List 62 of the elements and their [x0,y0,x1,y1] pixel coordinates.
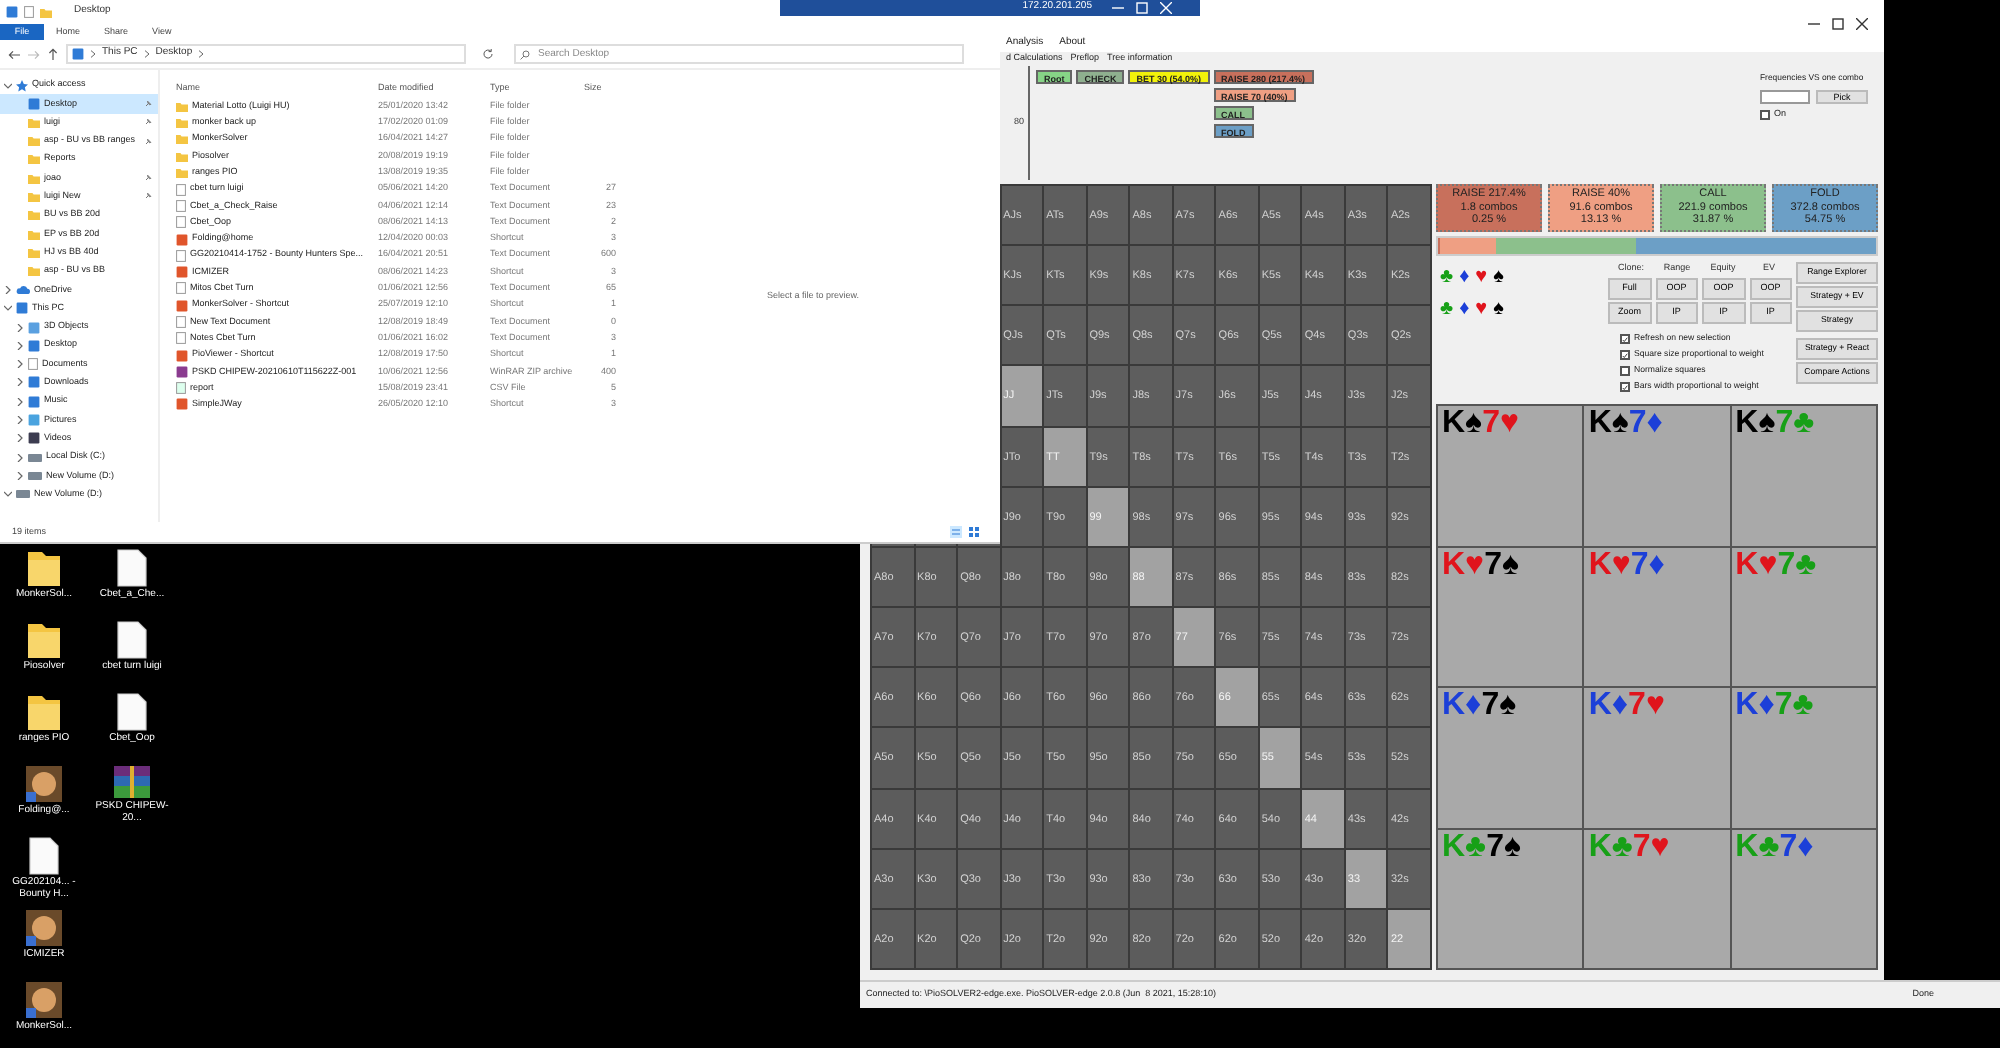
document-icon [28,836,60,876]
suit-toggle[interactable]: ♥ [1475,268,1488,288]
document-icon [176,249,186,262]
hand-combo-cell[interactable]: K♠7♥ [1438,406,1583,545]
tiles-view-icon[interactable] [968,526,980,538]
folder-icon [40,7,52,17]
chevron-icon[interactable] [16,323,24,331]
hand-combo-cell[interactable]: K♠7♦ [1584,406,1730,545]
up-arrow-icon[interactable] [48,48,58,60]
hand-combo-cell[interactable]: K♦7♠ [1438,688,1583,827]
application-icon [24,980,64,1020]
checkbox[interactable] [1620,350,1630,360]
suit-toggle[interactable]: ♦ [1459,268,1470,288]
document-icon [116,548,148,588]
hand-combo-cell[interactable]: K♦7♣ [1731,688,1876,827]
hand-combo-cell[interactable]: K♣7♦ [1731,829,1876,968]
suit-toggle[interactable]: ♣ [1440,300,1454,320]
document-icon [176,282,186,295]
checkbox[interactable] [1620,366,1630,376]
checkbox[interactable] [1620,334,1630,344]
chevron-icon [90,50,96,58]
hand-combo-cell[interactable]: K♣7♠ [1438,829,1583,968]
chevron-icon[interactable] [16,434,24,443]
hand-combo-cell[interactable]: K♠7♣ [1731,406,1876,545]
chevron-icon[interactable] [4,285,12,294]
document-icon [176,382,186,395]
chevron-icon[interactable] [4,81,12,90]
chevron-icon [143,50,150,58]
star-icon [16,79,28,92]
folder-icon [26,548,62,588]
hand-combo-cell[interactable]: K♦7♥ [1584,688,1730,827]
suit-toggle[interactable]: ♥ [1475,300,1488,320]
suit-toggle[interactable]: ♦ [1459,300,1470,320]
minimize-icon[interactable] [1112,2,1124,14]
refresh-icon[interactable] [482,48,494,60]
suit-toggle[interactable]: ♠ [1493,268,1504,288]
suit-toggle[interactable]: ♣ [1440,268,1454,288]
minimize-icon[interactable] [1808,17,1820,30]
chevron-icon[interactable] [4,490,12,499]
document-icon [24,6,34,18]
close-icon[interactable] [1856,17,1868,30]
suit-toggle[interactable]: ♠ [1493,300,1504,320]
chevron-icon[interactable] [16,341,24,350]
application-icon [24,908,64,948]
maximize-icon[interactable] [1832,17,1844,30]
checkbox[interactable] [1760,109,1770,120]
folder-icon [26,692,62,732]
document-icon [116,620,148,660]
hand-combo-cell[interactable]: K♥7♦ [1584,547,1730,686]
document-icon [28,358,38,371]
combo-field[interactable] [1760,89,1810,104]
search-icon [520,49,530,59]
archive-icon [112,764,152,800]
document-icon [116,692,148,732]
checkbox[interactable] [1620,382,1630,392]
hand-combo-cell[interactable]: K♥7♠ [1438,547,1583,686]
folder-icon [26,620,62,660]
cloud-icon [16,284,30,295]
chevron-icon [198,50,205,58]
application-icon [24,764,64,804]
chevron-icon[interactable] [4,304,12,313]
back-arrow-icon[interactable] [8,49,20,59]
